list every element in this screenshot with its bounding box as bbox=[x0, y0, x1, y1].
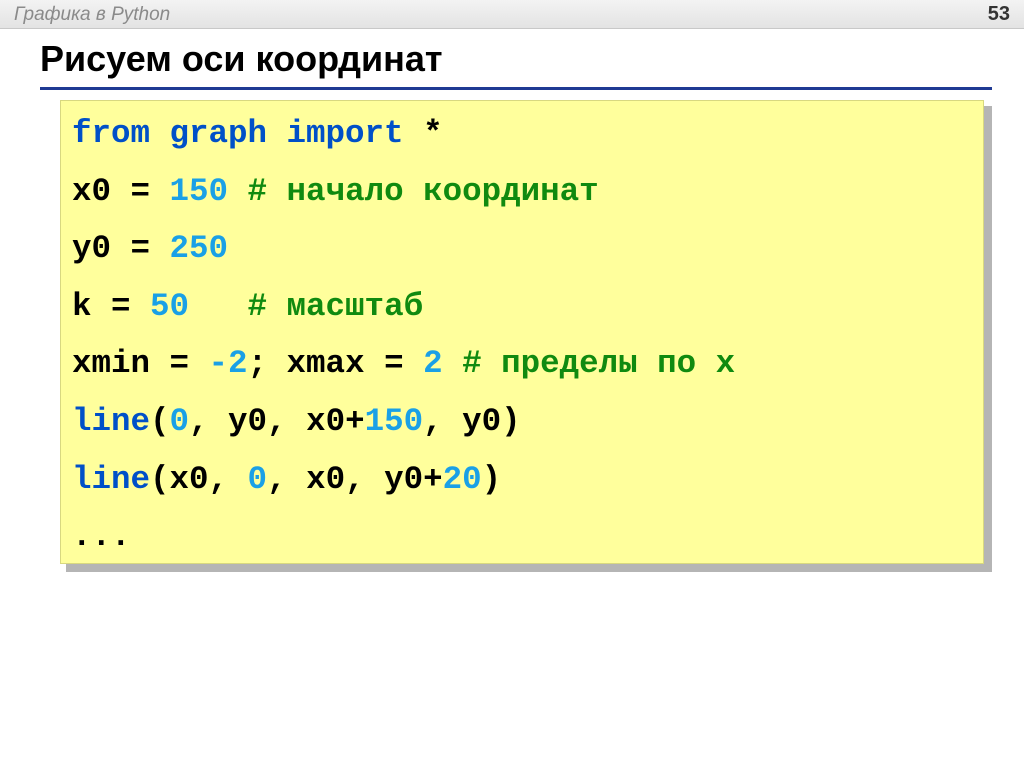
code-line: k = 50 # масштаб bbox=[72, 284, 735, 342]
code-token-code: , y0) bbox=[423, 402, 521, 440]
code-token-cm: # начало координат bbox=[228, 172, 599, 210]
code-token-code: , x0, y0+ bbox=[267, 460, 443, 498]
code-token-code: ) bbox=[481, 460, 502, 498]
code-token-kw: from graph import bbox=[72, 115, 404, 152]
code-token-num: 250 bbox=[169, 230, 229, 268]
page-number: 53 bbox=[987, 3, 1010, 25]
code-line: line(0, y0, x0+150, y0) bbox=[72, 399, 735, 457]
code-line: xmin = -2; xmax = 2 # пределы по x bbox=[72, 341, 735, 399]
code-token-code: k = bbox=[72, 287, 151, 325]
code-token-code: * bbox=[403, 115, 443, 152]
code-line: y0 = 250 bbox=[72, 226, 735, 284]
slide-header-bar: Графика в Python 53 bbox=[0, 0, 1024, 29]
code-token-num: 150 bbox=[364, 402, 424, 440]
code-token-cm: # пределы по x bbox=[442, 345, 736, 383]
code-token-num: 150 bbox=[169, 172, 229, 210]
code-token-code: xmin = bbox=[72, 345, 209, 383]
code-line: x0 = 150 # начало координат bbox=[72, 169, 735, 227]
code-token-code: , y0, x0+ bbox=[189, 402, 365, 440]
code-token-code: ( bbox=[150, 402, 170, 440]
code-block: from graph import * x0 = 150 # начало коо… bbox=[60, 100, 984, 564]
code-token-num: 0 bbox=[247, 460, 268, 498]
slide-title: Рисуем оси координат bbox=[40, 38, 443, 79]
code-token-num: 0 bbox=[169, 402, 190, 440]
code-token-kw: line bbox=[72, 460, 151, 498]
code-token-code: ; xmax = bbox=[247, 345, 424, 383]
code-token-num: -2 bbox=[208, 345, 248, 383]
code-token-code: ... bbox=[72, 518, 131, 556]
code-line: line(x0, 0, x0, y0+20) bbox=[72, 457, 735, 515]
code-token-num: 20 bbox=[442, 460, 482, 498]
title-underline bbox=[40, 87, 992, 90]
slide: Графика в Python 53 Рисуем оси координат… bbox=[0, 0, 1024, 767]
code-token-code: y0 = bbox=[72, 230, 170, 268]
code-token-cm: # масштаб bbox=[189, 287, 424, 325]
code-token-code: (x0, bbox=[150, 460, 248, 498]
code-token-code: x0 = bbox=[72, 172, 170, 210]
section-title: Графика в Python bbox=[14, 4, 171, 25]
code-line: from graph import * bbox=[72, 111, 735, 169]
code-token-num: 50 bbox=[150, 287, 190, 325]
code-lines: from graph import * x0 = 150 # начало коо… bbox=[72, 111, 735, 572]
code-token-kw: line bbox=[72, 402, 151, 440]
code-token-num: 2 bbox=[423, 345, 443, 383]
code-line: ... bbox=[72, 514, 735, 572]
